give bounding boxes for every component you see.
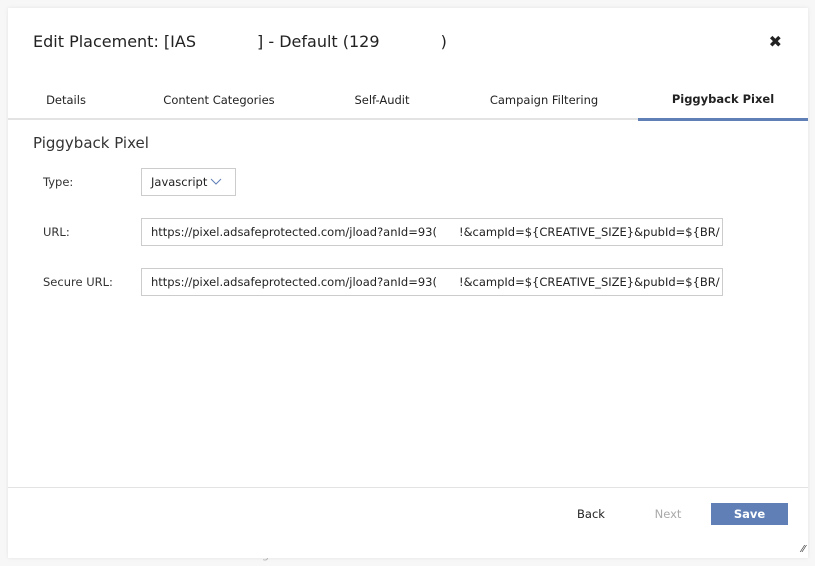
type-select[interactable]: Javascript xyxy=(141,168,236,196)
secure-url-input[interactable]: https://pixel.adsafeprotected.com/jload?… xyxy=(141,268,723,296)
section-title: Piggyback Pixel xyxy=(33,134,149,152)
next-button[interactable]: Next xyxy=(642,503,694,525)
tab-content-categories[interactable]: Content Categories xyxy=(124,80,314,120)
url-label: URL: xyxy=(43,225,70,239)
url-input[interactable]: https://pixel.adsafeprotected.com/jload?… xyxy=(141,218,723,246)
modal-title: Edit Placement: [IAS ] - Default (129 ) xyxy=(33,32,447,51)
save-button[interactable]: Save xyxy=(711,503,788,525)
chevron-down-icon xyxy=(210,178,222,185)
type-value: Javascript xyxy=(151,175,208,189)
secure-url-label: Secure URL: xyxy=(43,275,113,289)
tab-piggyback-pixel[interactable]: Piggyback Pixel xyxy=(638,80,808,121)
tab-details[interactable]: Details xyxy=(8,80,124,120)
back-button[interactable]: Back xyxy=(564,503,618,525)
url-value-end: !&campId=${CREATIVE_SIZE}&pubId=${BR/ xyxy=(458,225,720,239)
type-label: Type: xyxy=(43,175,74,189)
secure-url-value-end: !&campId=${CREATIVE_SIZE}&pubId=${BR/ xyxy=(458,275,720,289)
url-value-start: https://pixel.adsafeprotected.com/jload?… xyxy=(151,225,437,239)
footer-divider xyxy=(8,487,808,488)
tab-self-audit[interactable]: Self-Audit xyxy=(314,80,450,120)
close-icon[interactable]: ✖ xyxy=(769,32,782,51)
resize-handle-icon[interactable]: ⁄⁄ xyxy=(802,544,805,555)
secure-url-value-start: https://pixel.adsafeprotected.com/jload?… xyxy=(151,275,437,289)
tab-bar: Details Content Categories Self-Audit Ca… xyxy=(8,80,808,121)
edit-placement-modal: Edit Placement: [IAS ] - Default (129 ) … xyxy=(8,8,808,558)
tab-campaign-filtering[interactable]: Campaign Filtering xyxy=(450,80,638,120)
